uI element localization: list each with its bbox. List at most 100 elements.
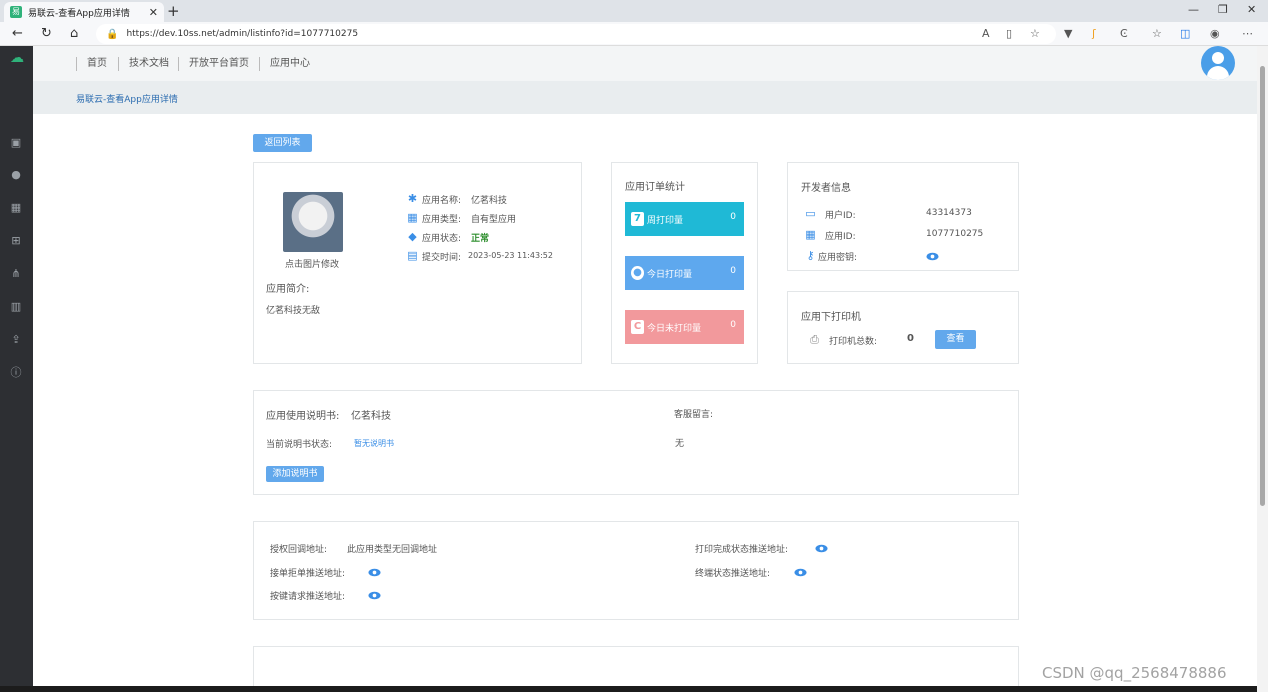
scrollbar-thumb[interactable]	[1260, 66, 1265, 506]
more-menu-icon[interactable]: ⋯	[1242, 27, 1253, 40]
tab-close-icon[interactable]: ✕	[149, 6, 158, 19]
print-push-label: 打印完成状态推送地址:	[695, 545, 789, 555]
order-push-label: 接单拒单推送地址:	[270, 569, 346, 579]
auth-callback-label: 授权回调地址:	[270, 545, 328, 555]
new-tab-icon[interactable]: +	[167, 2, 180, 20]
extension-c-icon[interactable]: Ͼ	[1120, 27, 1128, 40]
order-stats-card: 应用订单统计 7 周打印量 0 ● 今日打印量 0 C 今日未打印量 0	[611, 162, 758, 364]
page-scrollbar[interactable]	[1257, 46, 1268, 692]
today-print-label: 今日打印量	[647, 270, 693, 280]
terminal-push-eye-icon[interactable]	[794, 568, 807, 577]
circle-icon: ●	[631, 266, 644, 280]
collections-icon[interactable]: ◫	[1180, 27, 1190, 40]
lock-icon: 🔒	[106, 28, 119, 40]
browser-tab[interactable]: 易 易联云-查看App应用详情 ✕	[4, 2, 164, 22]
left-sidebar: ☁ ▣ ● ▦ ⊞ ⋔ ▥ ⇪ ⓘ	[0, 46, 33, 692]
avatar-body	[1207, 66, 1229, 80]
add-manual-button[interactable]: 添加说明书	[266, 466, 324, 482]
developer-title: 开发者信息	[801, 183, 851, 194]
add-box-icon[interactable]: ⊞	[9, 234, 23, 248]
breadcrumb[interactable]: 易联云-查看App应用详情	[76, 92, 178, 105]
printers-title: 应用下打印机	[801, 312, 861, 323]
weekly-print-label: 周打印量	[647, 216, 684, 226]
main-content: 返回列表 点击图片修改 ✱ 应用名称: 亿茗科技 ▦ 应用类型: 自有型应用 ◆…	[33, 114, 1257, 692]
dashboard-icon[interactable]: ▣	[9, 136, 23, 150]
app-type-grid-icon: ▦	[407, 211, 418, 224]
view-printers-button[interactable]: 查看	[935, 330, 976, 349]
callback-card: 授权回调地址: 此应用类型无回调地址 接单拒单推送地址: 按键请求推送地址: 打…	[253, 521, 1019, 620]
today-unprinted-label: 今日未打印量	[647, 324, 702, 334]
manual-name: 亿茗科技	[351, 411, 391, 422]
nav-app-center[interactable]: 应用中心	[259, 57, 310, 71]
org-tree-icon[interactable]: ⋔	[9, 267, 23, 281]
app-id: 1077710275	[926, 229, 984, 239]
window-close-icon[interactable]: ✕	[1247, 3, 1256, 16]
print-push-eye-icon[interactable]	[815, 544, 828, 553]
calendar-icon: ▤	[407, 249, 418, 262]
back-arrow-icon[interactable]: ←	[12, 26, 23, 41]
photo-caption[interactable]: 点击图片修改	[285, 257, 339, 270]
url-field[interactable]: 🔒 https://dev.10ss.net/admin/listinfo?id…	[96, 24, 1056, 44]
app-type-label: 应用类型:	[422, 215, 462, 225]
printers-card: 应用下打印机 ⎙ 打印机总数: 0 查看	[787, 291, 1019, 364]
submit-time: 2023-05-23 11:43:52	[468, 251, 553, 260]
printer-total-label: 打印机总数:	[829, 337, 878, 347]
key-push-eye-icon[interactable]	[368, 591, 381, 600]
app-key-eye-icon[interactable]	[926, 252, 939, 261]
top-nav: 首页 技术文档 开放平台首页 应用中心	[33, 46, 1257, 81]
breadcrumb-bar: 易联云-查看App应用详情	[33, 81, 1257, 114]
profile-icon[interactable]: ◉	[1210, 27, 1220, 40]
today-print-value: 0	[730, 266, 736, 276]
printer-icon: ⎙	[810, 333, 819, 346]
site-favicon-icon: 易	[10, 6, 22, 18]
order-push-eye-icon[interactable]	[368, 568, 381, 577]
app-type: 自有型应用	[471, 215, 517, 225]
pie-icon: C	[631, 320, 644, 334]
cs-value: 无	[675, 439, 685, 449]
restore-icon[interactable]: ❐	[1218, 3, 1228, 16]
favorites-icon[interactable]: ☆	[1152, 27, 1162, 40]
extension-v-icon[interactable]: ▼	[1064, 27, 1072, 40]
home-icon[interactable]: ⌂	[70, 26, 78, 41]
today-unprinted-stat: C 今日未打印量 0	[625, 310, 744, 344]
read-aloud-icon[interactable]: A	[982, 27, 990, 40]
app-id-grid-icon: ▦	[805, 228, 816, 241]
puzzle-icon: ✱	[407, 192, 418, 205]
address-bar: ← ↻ ⌂ 🔒 https://dev.10ss.net/admin/listi…	[0, 22, 1268, 46]
refresh-icon[interactable]: ↻	[41, 26, 52, 41]
avatar-head	[1212, 52, 1224, 64]
back-to-list-button[interactable]: 返回列表	[253, 134, 312, 152]
bar-chart-icon[interactable]: ▥	[9, 300, 23, 314]
developer-info-card: 开发者信息 ▭ 用户ID: 43314373 ▦ 应用ID: 107771027…	[787, 162, 1019, 271]
favorite-star-icon[interactable]: ☆	[1030, 27, 1040, 40]
user-avatar[interactable]	[1201, 46, 1235, 80]
minimize-icon[interactable]: —	[1188, 3, 1199, 16]
tab-title: 易联云-查看App应用详情	[28, 8, 130, 19]
extension-orange-icon[interactable]: ʃ	[1092, 27, 1096, 40]
nav-home[interactable]: 首页	[76, 57, 107, 71]
auth-callback-value: 此应用类型无回调地址	[347, 545, 438, 555]
upload-icon[interactable]: ⇪	[9, 333, 23, 347]
app-name-label: 应用名称:	[422, 196, 462, 206]
terminal-push-label: 终端状态推送地址:	[695, 569, 771, 579]
manual-status-label: 当前说明书状态:	[266, 440, 333, 450]
nav-open-platform[interactable]: 开放平台首页	[178, 57, 249, 71]
user-id-label: 用户ID:	[825, 211, 856, 221]
user-id: 43314373	[926, 208, 972, 218]
reader-icon[interactable]: ▯	[1006, 27, 1012, 40]
manual-label: 应用使用说明书:	[266, 411, 340, 422]
info-icon[interactable]: ⓘ	[9, 366, 23, 380]
nav-docs[interactable]: 技术文档	[118, 57, 169, 71]
app-info-card: 点击图片修改 ✱ 应用名称: 亿茗科技 ▦ 应用类型: 自有型应用 ◆ 应用状态…	[253, 162, 582, 364]
key-icon: ⚷	[806, 249, 815, 262]
app-status-label: 应用状态:	[422, 234, 462, 244]
user-icon[interactable]: ●	[9, 168, 23, 182]
browser-tabbar: 易 易联云-查看App应用详情 ✕ + — ❐ ✕	[0, 0, 1268, 22]
app-photo[interactable]	[283, 192, 343, 252]
weekly-print-value: 0	[730, 212, 736, 222]
cube-icon: ◆	[408, 230, 417, 243]
intro-text: 亿茗科技无敌	[266, 306, 321, 316]
cloud-logo-icon[interactable]: ☁	[6, 50, 28, 66]
apps-grid-icon[interactable]: ▦	[9, 201, 23, 215]
manual-status[interactable]: 暂无说明书	[354, 438, 394, 449]
